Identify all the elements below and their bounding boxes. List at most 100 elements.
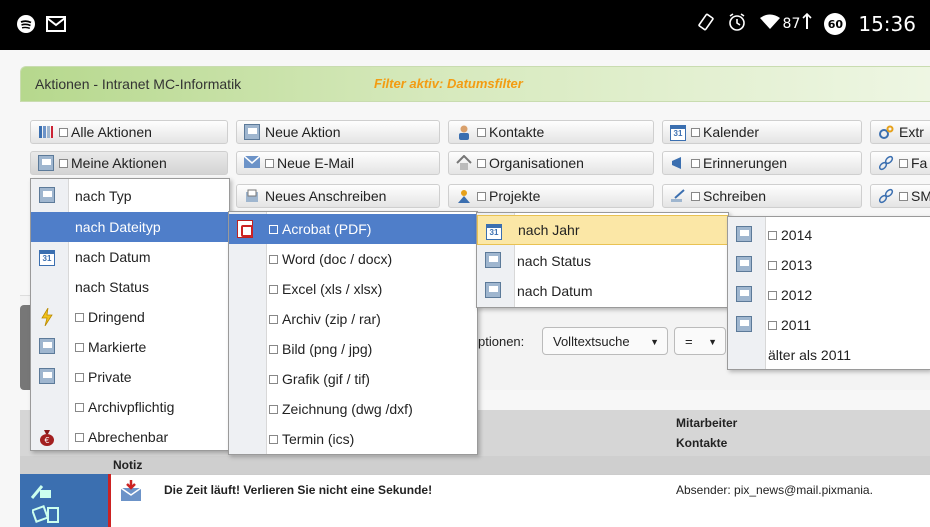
nav-erinnerungen[interactable]: Erinnerungen — [662, 151, 862, 175]
menu-item-text: Abrechenbar — [75, 429, 168, 445]
menu-item-label: Zeichnung (dwg /dxf) — [282, 401, 413, 417]
menu-item-private[interactable]: Private — [31, 362, 229, 392]
edit-icon — [38, 187, 56, 205]
external-link-icon — [899, 191, 908, 201]
table-row[interactable] — [20, 474, 930, 527]
signal-strength: 87 — [782, 16, 801, 32]
row-action-cell — [20, 474, 108, 527]
menu-item-label: älter als 2011 — [768, 347, 852, 363]
menu-item-2014[interactable]: 2014 — [728, 220, 930, 250]
menu-item-zeichnung[interactable]: Zeichnung (dwg /dxf) — [229, 394, 477, 424]
menu-item-nach-datum[interactable]: 31 nach Datum — [31, 242, 229, 272]
attachment-icon[interactable] — [31, 504, 62, 527]
menu-item-text: 2014 — [768, 227, 812, 243]
nav-label: SM — [911, 188, 930, 204]
nav-meine-aktionen[interactable]: Meine Aktionen — [30, 151, 228, 175]
nav-label: Neues Anschreiben — [265, 188, 387, 204]
menu-item-2011[interactable]: 2011 — [728, 310, 930, 340]
menu-meine-aktionen: nach Typ nach Dateityp 31 nach Datum nac… — [30, 178, 230, 451]
external-link-icon — [899, 158, 908, 168]
header-bar: Aktionen - Intranet MC-Informatik Filter… — [20, 66, 930, 102]
nav-projekte[interactable]: Projekte — [448, 184, 654, 208]
nav-fa[interactable]: Fa — [870, 151, 930, 175]
menu-item-2013[interactable]: 2013 — [728, 250, 930, 280]
nav-organisationen[interactable]: Organisationen — [448, 151, 654, 175]
menu-item-label: Dringend — [88, 309, 145, 325]
menu-item-text: Private — [75, 369, 132, 385]
menu-item-archivpflichtig[interactable]: Archivpflichtig — [31, 392, 229, 422]
menu-item-nach-dateityp[interactable]: nach Dateityp — [31, 212, 229, 242]
menu-item-label: Archivpflichtig — [88, 399, 175, 415]
menu-item-text: 2012 — [768, 287, 812, 303]
menu-acrobat: 31 nach Jahr nach Status nach Datum — [476, 212, 729, 308]
menu-item-label: 2013 — [781, 257, 813, 273]
nav-label: Meine Aktionen — [71, 155, 167, 171]
external-link-icon — [269, 434, 278, 444]
link-icon — [877, 155, 895, 171]
edit-icon — [735, 286, 753, 304]
nav-label: Neue E-Mail — [277, 155, 355, 171]
operator-select[interactable]: = ▼ — [674, 327, 726, 355]
menu-item-abrechenbar[interactable]: € Abrechenbar — [31, 422, 229, 452]
nav-sm[interactable]: SM — [870, 184, 930, 208]
android-status-bar: 87 60 15:36 — [0, 0, 930, 50]
nav-kontakte[interactable]: Kontakte — [448, 120, 654, 144]
edit-icon — [735, 316, 753, 334]
menu-item-nach-typ[interactable]: nach Typ — [31, 181, 229, 211]
nav-neue-email[interactable]: Neue E-Mail — [236, 151, 440, 175]
menu-item-label: Excel (xls / xlsx) — [282, 281, 383, 297]
menu-item-label: nach Dateityp — [75, 219, 161, 235]
menu-item-label: 2014 — [781, 227, 813, 243]
menu-item-archiv[interactable]: Archiv (zip / rar) — [229, 304, 477, 334]
edit-icon[interactable] — [30, 482, 52, 504]
menu-item-label: Abrechenbar — [88, 429, 169, 445]
nav-extras[interactable]: Extr — [870, 120, 930, 144]
external-link-icon — [59, 127, 68, 137]
menu-item-label: 2012 — [781, 287, 813, 303]
nav-label: Fa — [911, 155, 928, 171]
priority-marker — [108, 474, 111, 527]
menu-item-word[interactable]: Word (doc / docx) — [229, 244, 477, 274]
external-link-icon — [75, 402, 84, 412]
menu-item-nach-status[interactable]: nach Status — [31, 272, 229, 302]
menu-item-grafik[interactable]: Grafik (gif / tif) — [229, 364, 477, 394]
menu-item-nach-datum[interactable]: nach Datum — [477, 276, 728, 306]
menu-item-2012[interactable]: 2012 — [728, 280, 930, 310]
megaphone-icon — [669, 155, 687, 171]
menu-item-bild[interactable]: Bild (png / jpg) — [229, 334, 477, 364]
external-link-icon — [269, 404, 278, 414]
nav-alle-aktionen[interactable]: Alle Aktionen — [30, 120, 228, 144]
nav-neues-anschreiben[interactable]: Neues Anschreiben — [236, 184, 440, 208]
edit-icon — [484, 282, 502, 300]
menu-item-label: nach Typ — [75, 188, 132, 204]
nav-kalender[interactable]: 31 Kalender — [662, 120, 862, 144]
menu-item-label: Termin (ics) — [282, 431, 355, 447]
chevron-down-icon: ▼ — [650, 337, 659, 347]
external-link-icon — [691, 191, 700, 201]
money-bag-icon: € — [38, 428, 56, 446]
row-subject: Die Zeit läuft! Verlieren Sie nicht eine… — [164, 483, 433, 497]
menu-item-label: nach Jahr — [518, 222, 580, 238]
filter-status: Filter aktiv: Datumsfilter — [374, 76, 523, 91]
email-icon — [243, 155, 261, 171]
menu-item-excel[interactable]: Excel (xls / xlsx) — [229, 274, 477, 304]
menu-item-nach-status[interactable]: nach Status — [477, 246, 728, 276]
menu-item-nach-jahr[interactable]: 31 nach Jahr — [477, 215, 728, 245]
menu-item-aelter-als-2011[interactable]: älter als 2011 — [728, 340, 930, 370]
menu-item-label: Grafik (gif / tif) — [282, 371, 370, 387]
spotify-icon — [16, 14, 36, 38]
menu-item-termin[interactable]: Termin (ics) — [229, 424, 477, 454]
menu-item-acrobat-pdf[interactable]: Acrobat (PDF) — [229, 214, 477, 244]
search-mode-select[interactable]: Volltextsuche ▼ — [542, 327, 668, 355]
nav-schreiben[interactable]: Schreiben — [662, 184, 862, 208]
nav-neue-aktion[interactable]: Neue Aktion — [236, 120, 440, 144]
menu-item-markierte[interactable]: Markierte — [31, 332, 229, 362]
nav-label: Extr — [899, 124, 924, 140]
external-link-icon — [269, 374, 278, 384]
external-link-icon — [768, 290, 777, 300]
write-icon — [669, 188, 687, 204]
menu-item-text: Archiv (zip / rar) — [269, 311, 381, 327]
menu-item-dringend[interactable]: Dringend — [31, 302, 229, 332]
external-link-icon — [269, 344, 278, 354]
signal-icon — [802, 12, 812, 36]
